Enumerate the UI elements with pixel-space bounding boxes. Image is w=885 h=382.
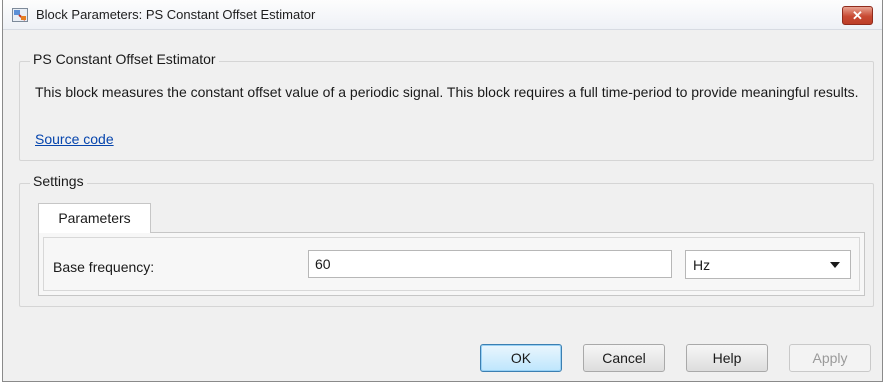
close-button[interactable]: ✕ xyxy=(842,6,873,25)
source-code-link[interactable]: Source code xyxy=(35,131,114,147)
block-group-legend: PS Constant Offset Estimator xyxy=(30,51,219,67)
simulink-block-icon xyxy=(12,8,28,22)
window-title: Block Parameters: PS Constant Offset Est… xyxy=(36,7,316,22)
block-description: This block measures the constant offset … xyxy=(35,84,859,100)
apply-button[interactable]: Apply xyxy=(789,344,871,372)
base-frequency-unit-dropdown[interactable]: Hz xyxy=(685,250,851,279)
block-parameters-dialog: Block Parameters: PS Constant Offset Est… xyxy=(2,0,883,382)
ok-button[interactable]: OK xyxy=(480,344,562,372)
unit-value: Hz xyxy=(693,257,711,273)
tab-parameters[interactable]: Parameters xyxy=(38,203,151,233)
help-button[interactable]: Help xyxy=(686,344,768,372)
title-bar[interactable]: Block Parameters: PS Constant Offset Est… xyxy=(3,0,882,30)
block-description-group xyxy=(19,61,874,161)
settings-group-legend: Settings xyxy=(30,173,87,189)
cancel-button[interactable]: Cancel xyxy=(583,344,665,372)
close-icon: ✕ xyxy=(852,8,863,23)
base-frequency-input[interactable] xyxy=(308,250,672,278)
base-frequency-label: Base frequency: xyxy=(53,259,155,275)
chevron-down-icon xyxy=(830,262,840,268)
